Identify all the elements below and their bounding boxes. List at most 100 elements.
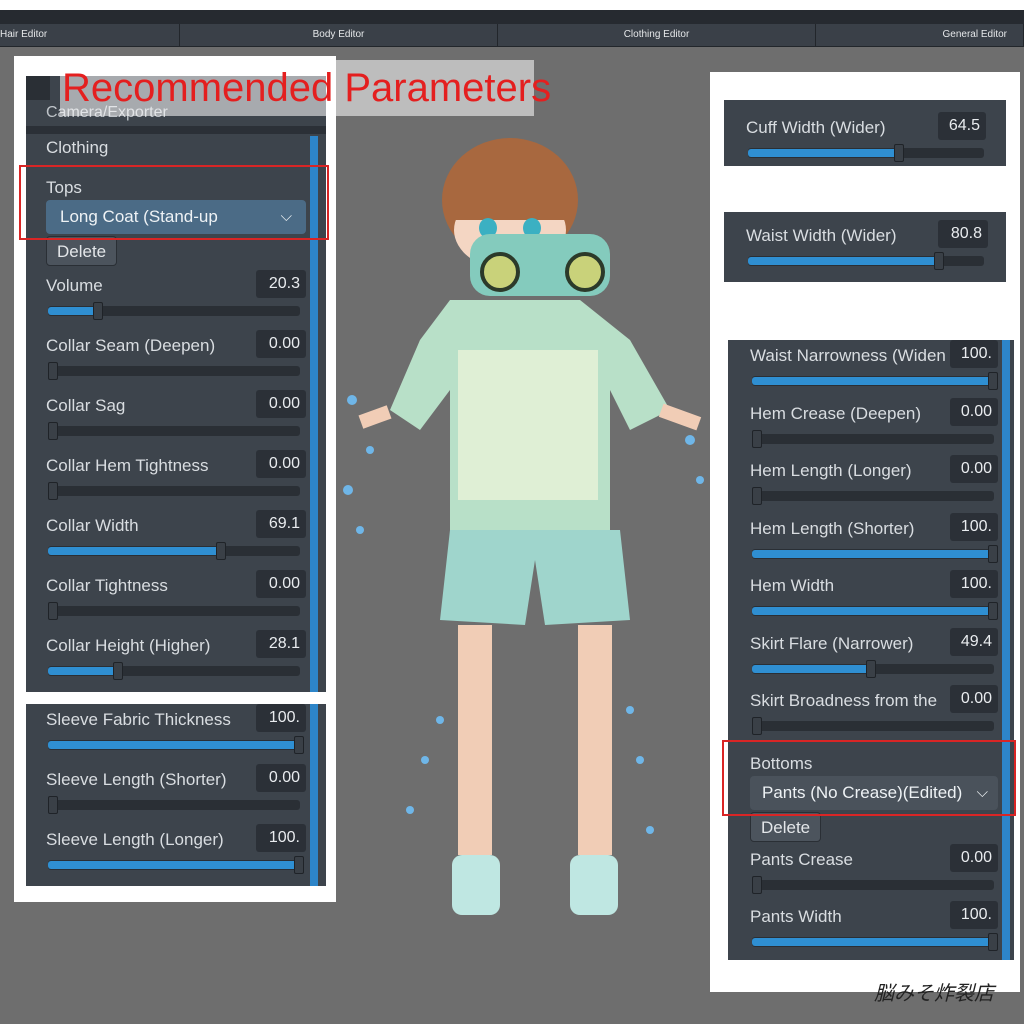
- delete-tops-button[interactable]: Delete: [46, 236, 118, 266]
- top-white-strip: [0, 0, 1024, 10]
- slider-fill: [752, 549, 994, 558]
- slider-track[interactable]: [48, 422, 300, 440]
- slider-label: Waist Width (Wider): [746, 226, 897, 245]
- slider-fill: [752, 664, 872, 673]
- slider-value[interactable]: 0.00: [950, 397, 998, 426]
- slider-value[interactable]: 0.00: [256, 390, 306, 418]
- slider-handle[interactable]: [866, 659, 876, 678]
- hem-bottoms-panel: Waist Narrowness (Widen 100. Hem Crease (D…: [728, 340, 1014, 960]
- slider-track[interactable]: [48, 302, 300, 320]
- slider-track[interactable]: [752, 659, 994, 678]
- slider-value[interactable]: 49.4: [950, 627, 998, 656]
- tab-hair-editor[interactable]: Hair Editor: [0, 24, 180, 46]
- tab-clothing-editor[interactable]: Clothing Editor: [498, 24, 816, 46]
- slider-track[interactable]: [48, 602, 300, 620]
- slider-fill: [748, 257, 938, 265]
- slider-label: Cuff Width (Wider): [746, 118, 886, 137]
- slider-fill: [48, 861, 300, 869]
- slider-label: Sleeve Fabric Thickness: [46, 710, 231, 729]
- slider-handle[interactable]: [988, 933, 998, 951]
- slider-value[interactable]: 100.: [950, 570, 998, 598]
- slider-track[interactable]: [752, 933, 998, 951]
- slider-track[interactable]: [752, 372, 998, 390]
- slider-track[interactable]: [748, 252, 984, 270]
- slider-label: Hem Length (Longer): [750, 461, 912, 480]
- slider-value[interactable]: 0.00: [256, 330, 306, 358]
- slider-handle[interactable]: [752, 487, 762, 505]
- slider-handle[interactable]: [93, 302, 103, 320]
- tab-body-editor[interactable]: Body Editor: [180, 24, 498, 46]
- bottoms-highlight-box: [722, 740, 1016, 816]
- slider-handle[interactable]: [294, 736, 304, 754]
- slider-value[interactable]: 100.: [950, 512, 998, 541]
- slider-fill: [48, 547, 222, 555]
- slider-handle[interactable]: [934, 252, 944, 270]
- slider-value[interactable]: 0.00: [950, 455, 998, 483]
- slider-handle[interactable]: [48, 422, 58, 440]
- delete-bottoms-button[interactable]: Delete: [750, 812, 822, 842]
- slider-track[interactable]: [752, 876, 994, 894]
- slider-track[interactable]: [48, 542, 300, 560]
- slider-value[interactable]: 0.00: [950, 844, 998, 872]
- slider-handle[interactable]: [988, 544, 998, 563]
- slider-handle[interactable]: [216, 542, 226, 560]
- slider-value[interactable]: 28.1: [256, 630, 306, 658]
- slider-value[interactable]: 69.1: [256, 510, 306, 538]
- slider-value[interactable]: 100.: [950, 340, 998, 368]
- slider-value[interactable]: 0.00: [256, 570, 306, 598]
- slider-track[interactable]: [48, 482, 300, 500]
- slider-label: Collar Width: [46, 516, 139, 535]
- slider-track[interactable]: [752, 717, 994, 735]
- slider-value[interactable]: 80.8: [938, 220, 988, 248]
- slider-fill: [48, 667, 119, 675]
- slider-value[interactable]: 64.5: [938, 112, 986, 140]
- slider-label: Collar Height (Higher): [46, 636, 211, 655]
- slider-fill: [48, 307, 99, 315]
- slider-handle[interactable]: [894, 144, 904, 162]
- slider-handle[interactable]: [752, 717, 762, 735]
- slider-label: Sleeve Length (Longer): [46, 830, 224, 849]
- title-bar: [0, 10, 1024, 24]
- slider-label: Collar Sag: [46, 396, 126, 415]
- slider-value[interactable]: 0.00: [950, 685, 998, 713]
- slider-track[interactable]: [752, 544, 998, 563]
- cuff-width-panel: Cuff Width (Wider) 64.5: [724, 100, 1006, 166]
- slider-value[interactable]: 100.: [256, 704, 306, 732]
- slider-fill: [48, 741, 300, 749]
- slider-track[interactable]: [48, 856, 304, 874]
- slider-handle[interactable]: [988, 602, 998, 620]
- panel-scrollbar[interactable]: [1002, 340, 1010, 960]
- slider-handle[interactable]: [48, 482, 58, 500]
- slider-handle[interactable]: [988, 372, 998, 390]
- slider-value[interactable]: 100.: [256, 824, 306, 852]
- slider-track[interactable]: [48, 362, 300, 380]
- slider-value[interactable]: 100.: [950, 901, 998, 929]
- slider-fill: [752, 377, 994, 385]
- slider-track[interactable]: [752, 429, 994, 448]
- slider-value[interactable]: 0.00: [256, 764, 306, 792]
- section-title-clothing[interactable]: Clothing: [46, 138, 108, 158]
- slider-label: Volume: [46, 276, 103, 295]
- slider-handle[interactable]: [48, 362, 58, 380]
- slider-handle[interactable]: [48, 602, 58, 620]
- slider-handle[interactable]: [113, 662, 123, 680]
- slider-value[interactable]: 0.00: [256, 450, 306, 478]
- slider-handle[interactable]: [752, 876, 762, 894]
- waist-width-panel: Waist Width (Wider) 80.8: [724, 212, 1006, 282]
- slider-track[interactable]: [48, 796, 300, 814]
- slider-label: Pants Width: [750, 907, 842, 926]
- slider-track[interactable]: [752, 487, 994, 505]
- slider-label: Hem Crease (Deepen): [750, 403, 922, 423]
- slider-handle[interactable]: [294, 856, 304, 874]
- slider-track[interactable]: [748, 144, 984, 162]
- slider-value[interactable]: 20.3: [256, 270, 306, 298]
- slider-track[interactable]: [48, 736, 304, 754]
- slider-fill: [748, 149, 899, 157]
- slider-track[interactable]: [752, 602, 998, 620]
- slider-label: Collar Tightness: [46, 576, 168, 595]
- slider-track[interactable]: [48, 662, 300, 680]
- tab-general-editor[interactable]: General Editor: [816, 24, 1024, 46]
- panel-scrollbar[interactable]: [310, 704, 318, 886]
- slider-handle[interactable]: [752, 429, 762, 448]
- slider-handle[interactable]: [48, 796, 58, 814]
